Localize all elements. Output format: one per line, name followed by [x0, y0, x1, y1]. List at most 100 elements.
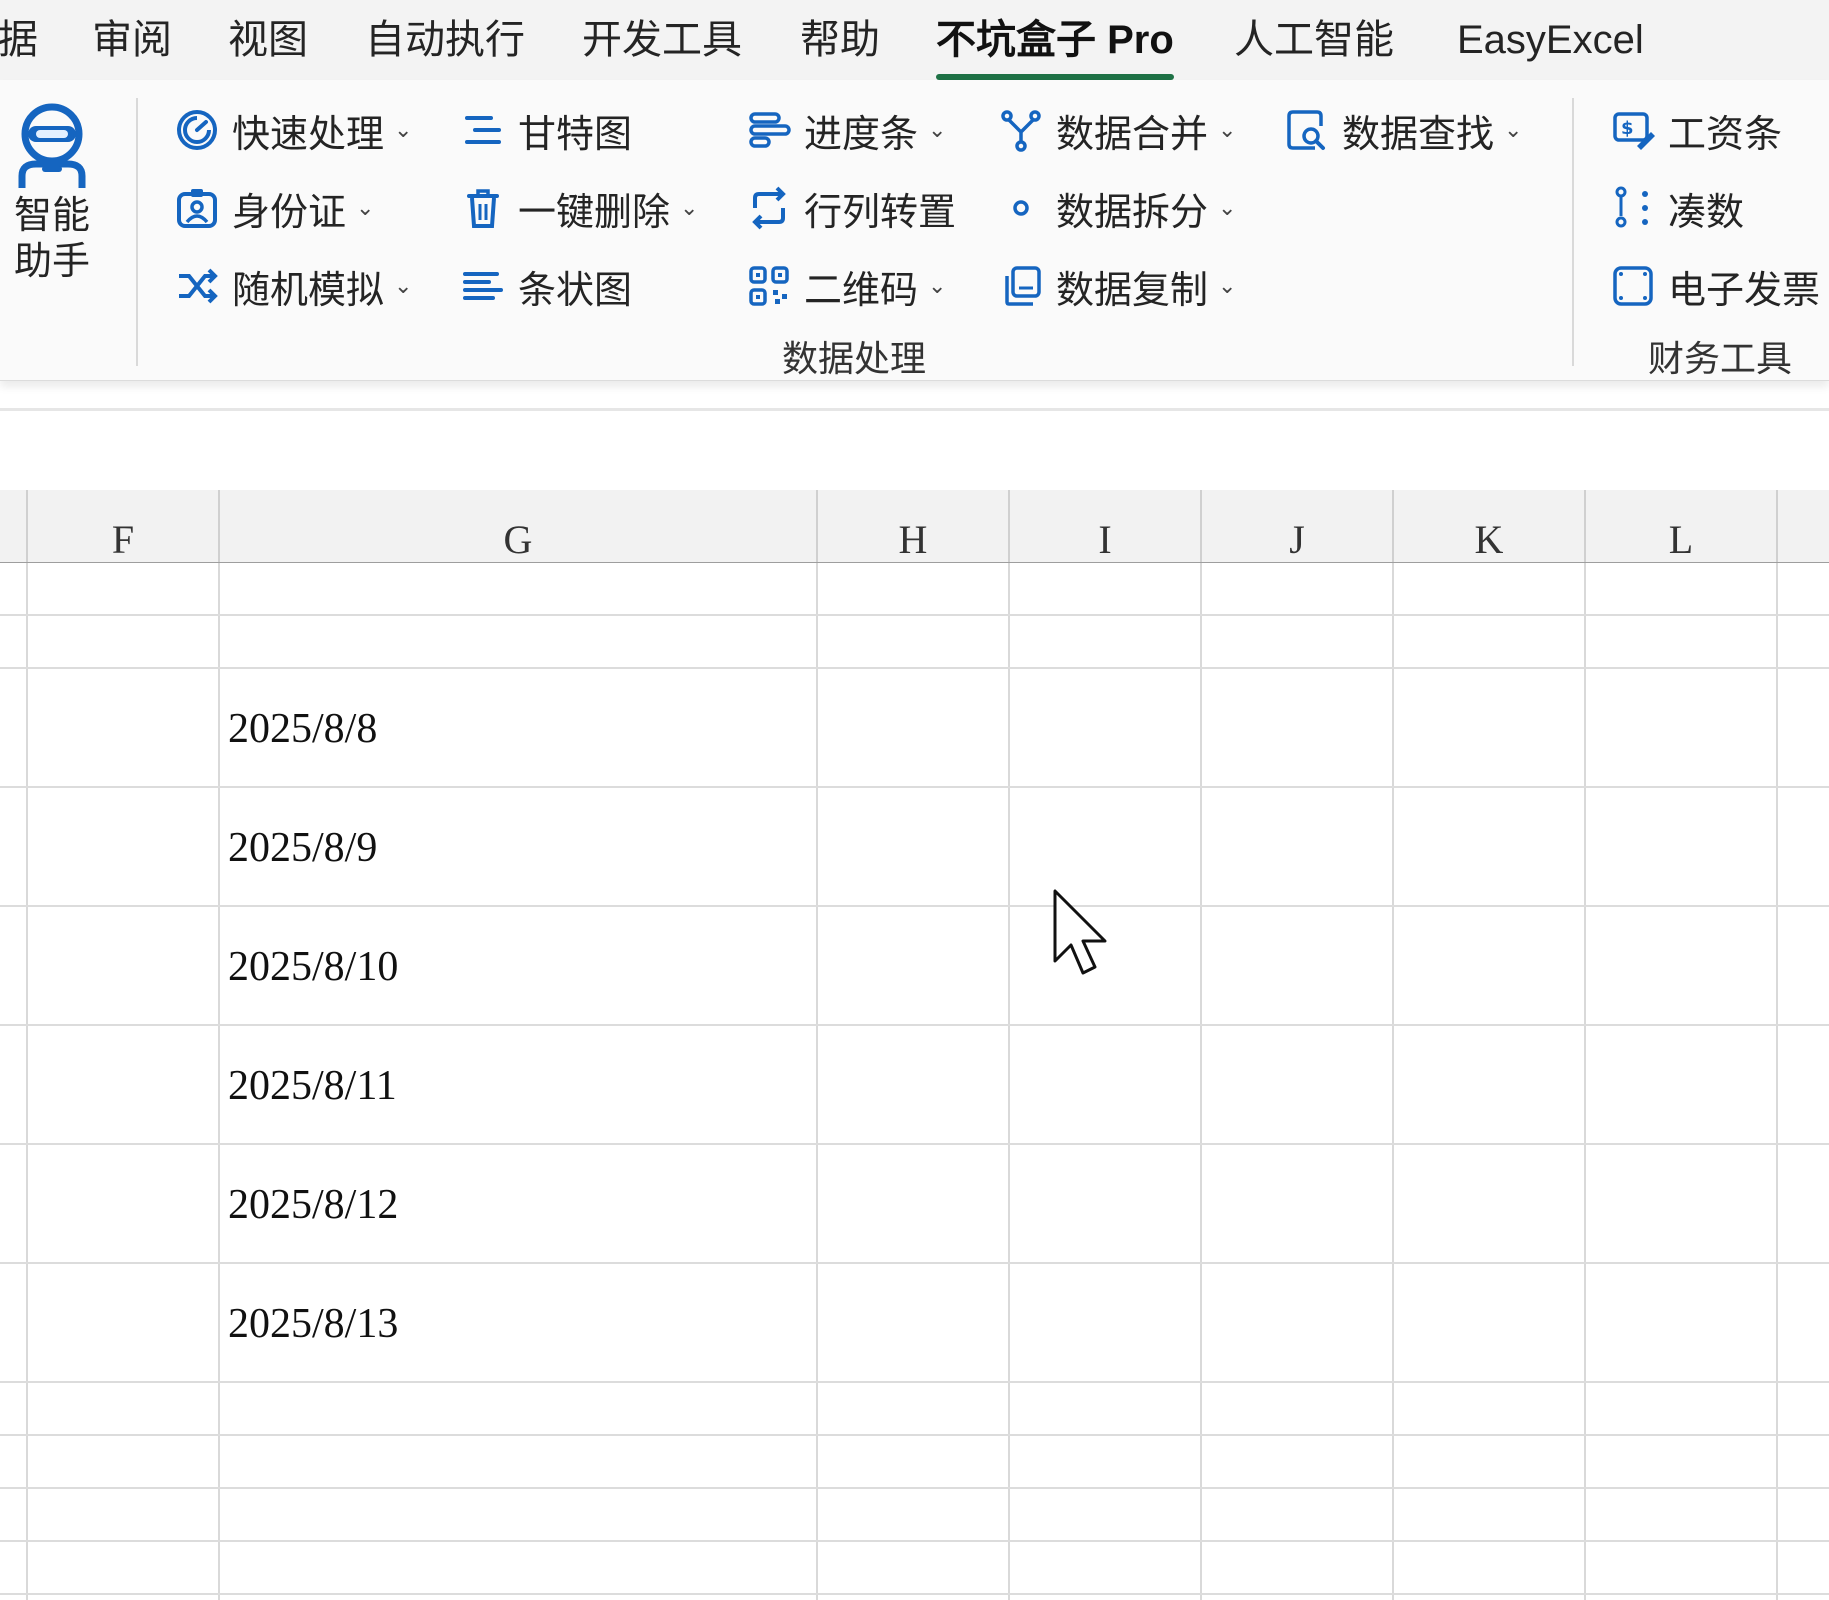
- grid-row-line: [0, 1381, 1829, 1383]
- transpose-label: 行列转置: [804, 191, 957, 234]
- column-header-g[interactable]: G: [220, 490, 816, 562]
- quick-process-label: 快速处理: [232, 113, 385, 156]
- id-card-label: 身份证: [232, 191, 347, 234]
- quick-process-icon: [174, 107, 220, 153]
- merge-icon: [998, 107, 1044, 153]
- column-header-h[interactable]: H: [818, 490, 1008, 562]
- id-card-button[interactable]: 身份证 ⌄: [174, 176, 374, 240]
- data-search-button[interactable]: 数据查找 ⌄: [1284, 98, 1522, 162]
- data-split-button[interactable]: 数据拆分 ⌄: [998, 176, 1236, 240]
- column-header-f[interactable]: F: [28, 490, 218, 562]
- ribbon-tab-bar: 据 审阅 视图 自动执行 开发工具 帮助 不坑盒子 Pro 人工智能 EasyE…: [0, 0, 1829, 80]
- progress-bar-label: 进度条: [804, 113, 919, 156]
- gantt-icon: [460, 107, 506, 153]
- header-divider: [1584, 490, 1586, 562]
- chevron-down-icon: ⌄: [680, 195, 699, 220]
- column-header-k[interactable]: K: [1394, 490, 1584, 562]
- tab-easyexcel[interactable]: EasyExcel: [1457, 12, 1644, 68]
- data-search-label: 数据查找: [1342, 113, 1495, 156]
- qr-code-icon: [746, 263, 792, 309]
- column-header-l[interactable]: L: [1586, 490, 1776, 562]
- cell-g-date[interactable]: 2025/8/10: [228, 943, 398, 991]
- tab-review[interactable]: 审阅: [92, 12, 172, 68]
- header-divider: [1008, 490, 1010, 562]
- header-divider: [1776, 490, 1778, 562]
- grid-column-line: [1584, 563, 1586, 1600]
- make-up-sum-button[interactable]: 凑数: [1610, 176, 1744, 240]
- robot-assistant-icon: [18, 103, 86, 188]
- chevron-down-icon: ⌄: [394, 117, 413, 142]
- search-doc-icon: [1284, 107, 1330, 153]
- transpose-icon: [746, 185, 792, 231]
- grid-column-line: [1200, 563, 1202, 1600]
- ribbon-separator: [1572, 98, 1574, 366]
- progress-bar-icon: [746, 107, 792, 153]
- progress-bar-button[interactable]: 进度条 ⌄: [746, 98, 946, 162]
- transpose-button[interactable]: 行列转置: [746, 176, 956, 240]
- random-simulate-label: 随机模拟: [232, 269, 385, 312]
- assistant-label-line1: 智能: [13, 195, 90, 237]
- dots-icon: [1610, 185, 1656, 231]
- column-header-j[interactable]: J: [1202, 490, 1392, 562]
- qr-code-button[interactable]: 二维码 ⌄: [746, 254, 946, 318]
- chevron-down-icon: ⌄: [1218, 117, 1237, 142]
- formula-bar[interactable]: [0, 408, 1829, 494]
- tab-developer[interactable]: 开发工具: [582, 12, 742, 68]
- ribbon-panel: 智能 助手 快速处理 ⌄ 身份证 ⌄ 随机模拟 ⌄ 甘特图 一键删除 ⌄ 条状图…: [0, 80, 1829, 381]
- grid-row-line: [0, 1540, 1829, 1542]
- e-invoice-label: 电子发票: [1668, 269, 1821, 312]
- header-divider: [218, 490, 220, 562]
- qr-code-label: 二维码: [804, 269, 919, 312]
- tab-view[interactable]: 视图: [228, 12, 308, 68]
- cell-g-date[interactable]: 2025/8/12: [228, 1181, 398, 1229]
- grid-row-line: [0, 905, 1829, 907]
- grid-column-line: [816, 563, 818, 1600]
- cell-g-date[interactable]: 2025/8/13: [228, 1300, 398, 1348]
- spreadsheet-grid[interactable]: 2025/8/8 2025/8/9 2025/8/10 2025/8/11 20…: [0, 563, 1829, 1600]
- chevron-down-icon: ⌄: [1218, 273, 1237, 298]
- column-header-row: F G H I J K L: [0, 490, 1829, 565]
- e-invoice-button[interactable]: 电子发票: [1610, 254, 1820, 318]
- group-label-finance-tools: 财务工具: [1648, 338, 1793, 379]
- chevron-down-icon: ⌄: [1504, 117, 1523, 142]
- grid-column-line: [1008, 563, 1010, 1600]
- grid-column-line: [1776, 563, 1778, 1600]
- tab-automate[interactable]: 自动执行: [365, 12, 525, 68]
- data-merge-button[interactable]: 数据合并 ⌄: [998, 98, 1236, 162]
- cell-g-date[interactable]: 2025/8/11: [228, 1062, 397, 1110]
- grid-row-line: [0, 1434, 1829, 1436]
- data-split-label: 数据拆分: [1056, 191, 1209, 234]
- cell-g-date[interactable]: 2025/8/9: [228, 824, 377, 872]
- grid-column-line: [1392, 563, 1394, 1600]
- random-simulate-button[interactable]: 随机模拟 ⌄: [174, 254, 412, 318]
- group-label-data-processing: 数据处理: [782, 338, 927, 379]
- gantt-chart-button[interactable]: 甘特图: [460, 98, 632, 162]
- one-click-delete-button[interactable]: 一键删除 ⌄: [460, 176, 698, 240]
- data-merge-label: 数据合并: [1056, 113, 1209, 156]
- salary-slip-button[interactable]: $ 工资条: [1610, 98, 1782, 162]
- copy-icon: [998, 263, 1044, 309]
- bar-chart-icon: [460, 263, 506, 309]
- bar-chart-button[interactable]: 条状图: [460, 254, 632, 318]
- tab-bukeng-box-pro[interactable]: 不坑盒子 Pro: [936, 12, 1174, 80]
- tab-help[interactable]: 帮助: [800, 12, 880, 68]
- header-divider: [816, 490, 818, 562]
- bar-chart-label: 条状图: [518, 269, 633, 312]
- grid-row-line: [0, 1262, 1829, 1264]
- data-copy-button[interactable]: 数据复制 ⌄: [998, 254, 1236, 318]
- ai-assistant-button[interactable]: 智能 助手: [6, 102, 98, 285]
- tab-data[interactable]: 据: [0, 12, 38, 68]
- grid-row-line: [0, 1487, 1829, 1489]
- split-icon: [998, 185, 1044, 231]
- tab-ai[interactable]: 人工智能: [1234, 12, 1394, 68]
- grid-row-line: [0, 667, 1829, 669]
- invoice-icon: [1610, 263, 1656, 309]
- column-header-i[interactable]: I: [1010, 490, 1200, 562]
- make-up-sum-label: 凑数: [1668, 191, 1745, 234]
- quick-process-button[interactable]: 快速处理 ⌄: [174, 98, 412, 162]
- cell-g-date[interactable]: 2025/8/8: [228, 705, 377, 753]
- header-divider: [1200, 490, 1202, 562]
- grid-column-line: [218, 563, 220, 1600]
- gantt-label: 甘特图: [518, 113, 633, 156]
- data-copy-label: 数据复制: [1056, 269, 1209, 312]
